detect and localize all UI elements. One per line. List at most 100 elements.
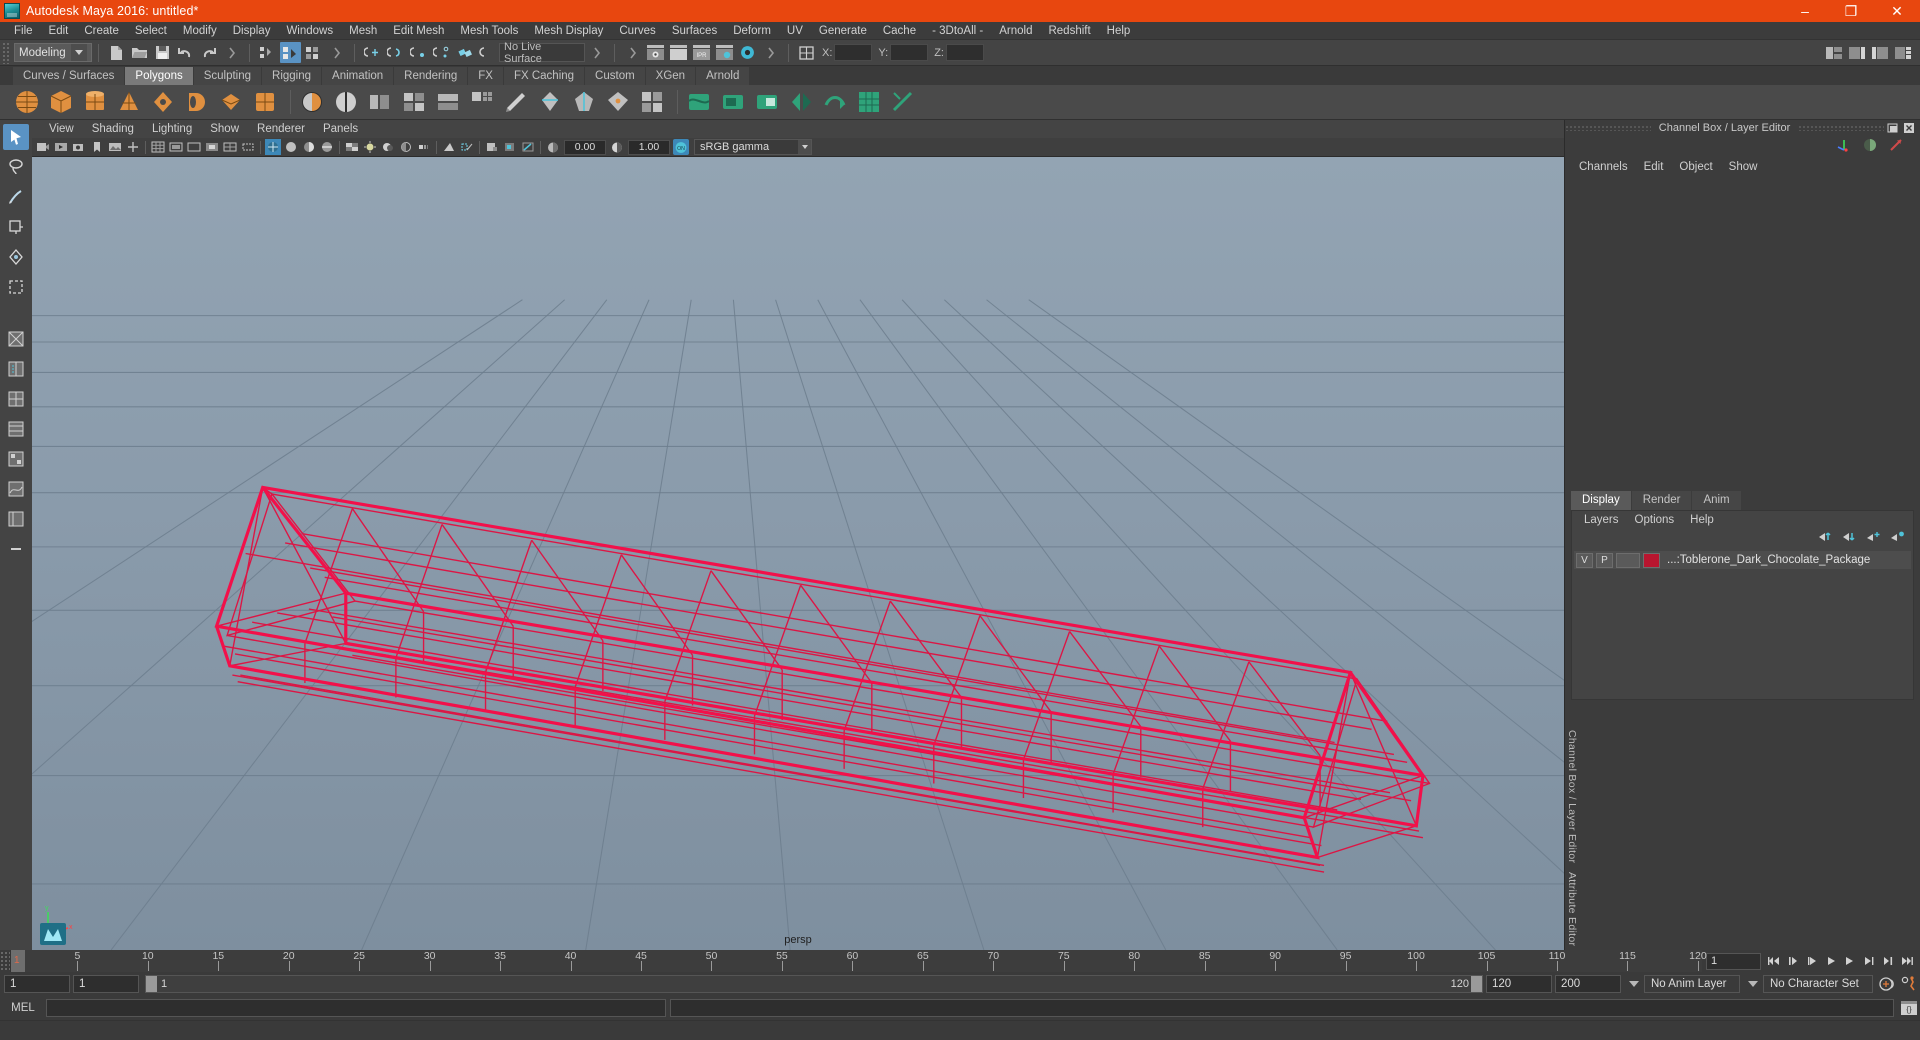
move-axis-icon[interactable]	[1836, 137, 1852, 158]
selected-mesh-wireframe[interactable]	[32, 157, 1564, 950]
range-right-handle[interactable]	[1471, 976, 1482, 992]
render-current-frame-button[interactable]	[645, 42, 666, 63]
menu-modify[interactable]: Modify	[175, 22, 225, 40]
snap-to-projected-center-button[interactable]	[431, 42, 452, 63]
camera-attributes-icon[interactable]	[71, 139, 87, 155]
xray-joints-icon[interactable]	[520, 139, 536, 155]
bevel-icon[interactable]	[399, 87, 429, 117]
menu-help[interactable]: Help	[1099, 22, 1139, 40]
scale-tool-icon[interactable]	[3, 274, 29, 300]
safe-action-icon[interactable]	[240, 139, 256, 155]
layout-single-icon[interactable]	[3, 326, 29, 352]
coord-z-field[interactable]	[945, 44, 984, 61]
time-slider-track[interactable]: 1 5 10 15 20 25 30 35 40 45 50 55 60 65 70 75 80 85 90 95 1…	[10, 950, 1707, 972]
side-tab-channel-box[interactable]: Channel Box / Layer Editor	[1566, 726, 1578, 867]
channel-box-content[interactable]	[1565, 176, 1920, 491]
layout-outliner-persp-icon[interactable]	[3, 506, 29, 532]
shelf-tab-xgen[interactable]: XGen	[645, 67, 696, 85]
open-scene-button[interactable]	[129, 42, 150, 63]
move-layer-up-icon[interactable]	[1818, 530, 1833, 548]
paint-select-tool-icon[interactable]	[3, 184, 29, 210]
layer-type-toggle[interactable]	[1616, 552, 1640, 568]
auto-keyframe-toggle-icon[interactable]	[1876, 975, 1898, 993]
render-settings-button[interactable]	[714, 42, 735, 63]
combine-icon[interactable]	[297, 87, 327, 117]
menu-cache[interactable]: Cache	[875, 22, 924, 40]
select-by-object-type-button[interactable]	[280, 42, 301, 63]
go-to-end-button[interactable]	[1898, 952, 1916, 970]
uv-editor-icon[interactable]	[854, 87, 884, 117]
resolution-gate-icon[interactable]	[186, 139, 202, 155]
gamma-icon[interactable]	[609, 139, 625, 155]
chevron-down-icon[interactable]	[1629, 981, 1639, 987]
panel-drag-dots[interactable]	[1798, 125, 1884, 131]
overflow-arrow-icon[interactable]	[326, 42, 347, 63]
step-forward-frame-button[interactable]	[1860, 952, 1878, 970]
menu-display[interactable]: Display	[225, 22, 279, 40]
overflow-arrow-icon[interactable]	[760, 42, 781, 63]
layout-more-icon[interactable]	[3, 536, 29, 562]
layer-menu-layers[interactable]: Layers	[1576, 511, 1627, 529]
lasso-tool-icon[interactable]	[3, 154, 29, 180]
channelbox-menu-show[interactable]: Show	[1721, 158, 1766, 176]
current-time-indicator[interactable]: 1	[11, 950, 25, 972]
color-management-toggle-icon[interactable]: ON	[673, 139, 689, 155]
panel-drag-dots[interactable]	[1565, 125, 1651, 131]
menu-mesh-display[interactable]: Mesh Display	[526, 22, 611, 40]
sculpt-green-icon[interactable]	[684, 87, 714, 117]
viewport-menu-show[interactable]: Show	[201, 120, 248, 138]
command-output-field[interactable]	[670, 999, 1894, 1017]
snap-to-grid-button[interactable]	[362, 42, 383, 63]
anim-layer-selector[interactable]: No Anim Layer	[1644, 975, 1740, 993]
new-scene-button[interactable]	[106, 42, 127, 63]
show-hide-attribute-editor-button[interactable]	[1846, 42, 1867, 63]
polygon-sphere-icon[interactable]	[12, 87, 42, 117]
layer-list[interactable]: V P ...:Toblerone_Dark_Chocolate_Package	[1572, 549, 1913, 700]
select-tool-icon[interactable]	[3, 124, 29, 150]
polygon-cube-icon[interactable]	[46, 87, 76, 117]
animation-start-field[interactable]: 1	[4, 975, 70, 993]
extrude-icon[interactable]	[365, 87, 395, 117]
new-layer-icon[interactable]	[1866, 530, 1881, 548]
polygon-pyramid-icon[interactable]	[250, 87, 280, 117]
bridge-icon[interactable]	[433, 87, 463, 117]
wireframe-shading-icon[interactable]	[265, 139, 281, 155]
viewport-menu-renderer[interactable]: Renderer	[248, 120, 314, 138]
append-polygon-icon[interactable]	[501, 87, 531, 117]
two-d-pan-zoom-icon[interactable]	[125, 139, 141, 155]
boolean-difference-icon[interactable]	[752, 87, 782, 117]
script-editor-icon[interactable]: {}	[1898, 998, 1920, 1018]
viewport-menu-lighting[interactable]: Lighting	[143, 120, 201, 138]
ipr-render-button[interactable]: IPR	[691, 42, 712, 63]
chevron-down-icon[interactable]	[1748, 981, 1758, 987]
channelbox-menu-edit[interactable]: Edit	[1636, 158, 1672, 176]
range-end-field[interactable]: 120	[1486, 975, 1552, 993]
menu-surfaces[interactable]: Surfaces	[664, 22, 725, 40]
shelf-tab-arnold[interactable]: Arnold	[696, 67, 750, 85]
animation-preferences-icon[interactable]	[1898, 975, 1920, 993]
shadows-toggle-icon[interactable]	[380, 139, 396, 155]
layer-row[interactable]: V P ...:Toblerone_Dark_Chocolate_Package	[1574, 551, 1911, 570]
polygon-pipe-icon[interactable]	[182, 87, 212, 117]
multi-cut-icon[interactable]	[535, 87, 565, 117]
minimize-button[interactable]: –	[1782, 0, 1828, 22]
shelf-tab-rigging[interactable]: Rigging	[262, 67, 322, 85]
render-sequence-button[interactable]	[668, 42, 689, 63]
polygon-cone-icon[interactable]	[114, 87, 144, 117]
layer-tab-display[interactable]: Display	[1571, 491, 1631, 511]
play-backwards-button[interactable]	[1822, 952, 1840, 970]
viewport-menu-shading[interactable]: Shading	[83, 120, 143, 138]
viewport-menu-panels[interactable]: Panels	[314, 120, 367, 138]
layer-color-swatch[interactable]	[1643, 552, 1660, 568]
channelbox-menu-object[interactable]: Object	[1671, 158, 1720, 176]
range-left-handle[interactable]	[146, 976, 157, 992]
playblast-icon[interactable]	[53, 139, 69, 155]
polygon-cylinder-icon[interactable]	[80, 87, 110, 117]
coord-y-field[interactable]	[890, 44, 929, 61]
menu-uv[interactable]: UV	[779, 22, 811, 40]
exposure-field[interactable]: 0.00	[564, 139, 606, 155]
overflow-arrow-icon[interactable]	[622, 42, 643, 63]
red-arrow-icon[interactable]	[1888, 137, 1904, 158]
layer-visibility-toggle[interactable]: V	[1576, 552, 1593, 568]
gate-mask-icon[interactable]	[204, 139, 220, 155]
